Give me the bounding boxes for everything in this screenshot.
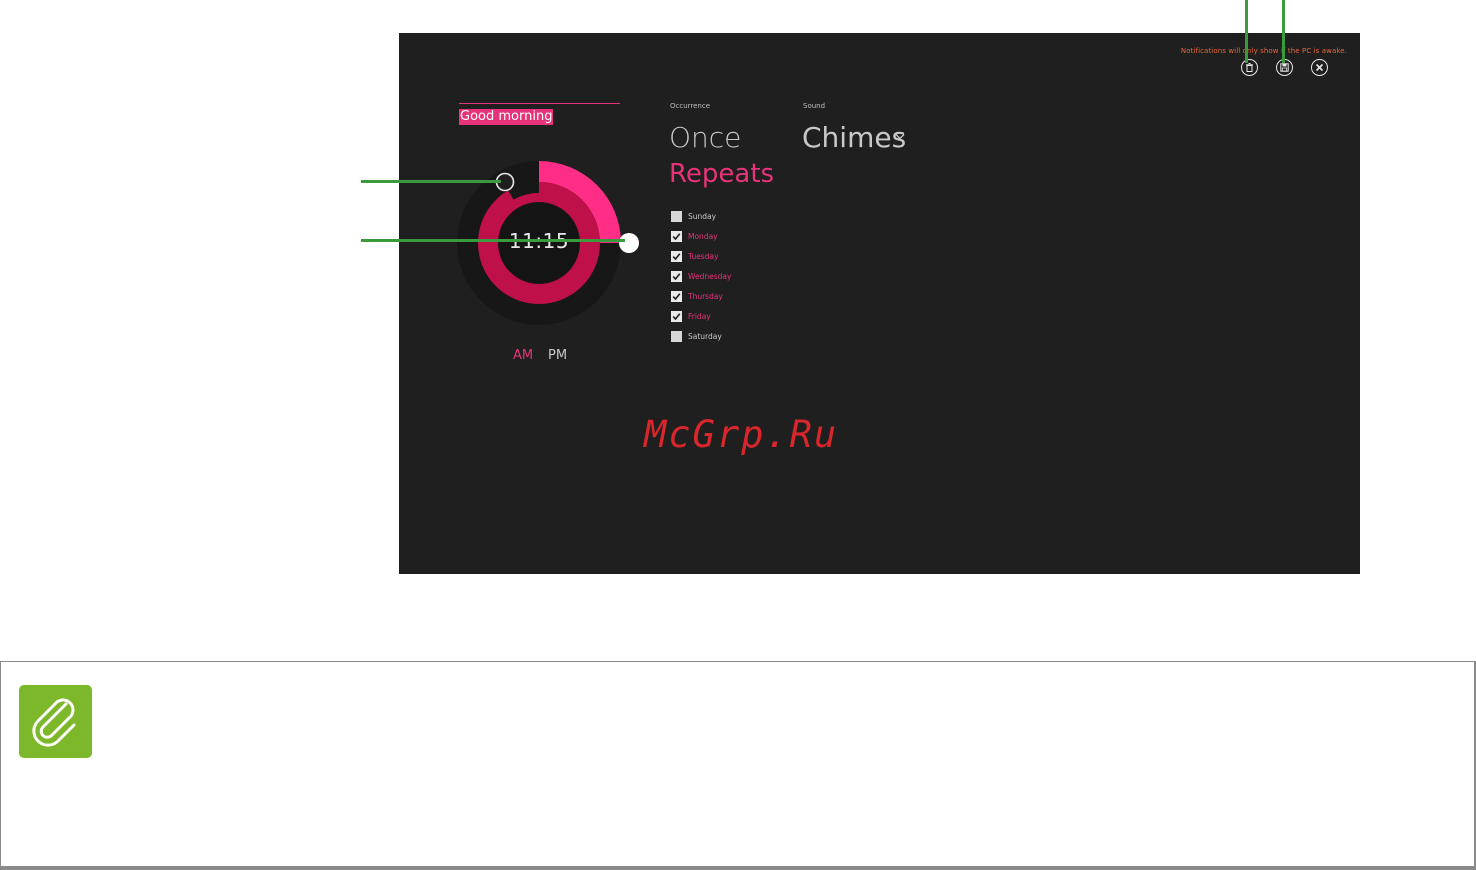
occurrence-label: Occurrence [670, 102, 711, 110]
day-saturday[interactable]: Saturday [671, 329, 722, 343]
trash-icon [1246, 63, 1253, 72]
day-label: Saturday [688, 331, 722, 341]
checkbox[interactable] [671, 250, 682, 262]
delete-alarm-button[interactable] [1241, 59, 1258, 76]
day-friday[interactable]: Friday [671, 309, 711, 323]
pm-toggle[interactable]: PM [548, 348, 567, 363]
alarm-edit-screen: Notifications will only show if the PC i… [399, 33, 1360, 574]
checkmark-icon [672, 232, 681, 240]
sound-dropdown[interactable]: Chimes [802, 121, 906, 154]
checkmark-icon [672, 292, 681, 300]
day-wednesday[interactable]: Wednesday [671, 269, 731, 283]
checkmark-icon [672, 272, 681, 280]
day-label: Wednesday [688, 271, 732, 281]
callout-line-save [1282, 0, 1285, 63]
checkmark-icon [672, 312, 681, 320]
sound-label: Sound [803, 102, 826, 110]
callout-line-minute [361, 239, 625, 242]
close-icon [1315, 63, 1324, 72]
checkbox[interactable] [671, 330, 682, 342]
occurrence-once-option[interactable]: Once [669, 121, 741, 154]
day-label: Friday [688, 311, 711, 321]
occurrence-repeats-option[interactable]: Repeats [669, 159, 774, 189]
day-label: Thursday [688, 291, 723, 301]
minute-handle[interactable] [619, 233, 639, 253]
manual-page: Notifications will only show if the PC i… [0, 0, 1476, 870]
checkbox[interactable] [671, 270, 682, 282]
day-sunday[interactable]: Sunday [671, 209, 716, 223]
alarm-name-field[interactable]: Good morning [459, 109, 554, 125]
day-label: Sunday [688, 211, 717, 221]
day-label: Monday [688, 231, 718, 241]
checkbox[interactable] [671, 210, 682, 222]
am-toggle[interactable]: AM [513, 348, 533, 363]
callout-line-delete [1245, 0, 1248, 63]
watermark: McGrp.Ru [644, 413, 839, 456]
awake-notice: Notifications will only show if the PC i… [1180, 47, 1347, 55]
checkbox[interactable] [671, 230, 682, 242]
note-icon-badge [19, 685, 92, 758]
callout-line-hour [361, 180, 501, 183]
day-label: Tuesday [688, 251, 719, 261]
day-monday[interactable]: Monday [671, 229, 718, 243]
chevron-down-icon[interactable] [895, 133, 905, 140]
checkmark-icon [672, 252, 681, 260]
day-thursday[interactable]: Thursday [671, 289, 723, 303]
alarm-name-underline [459, 103, 620, 104]
paperclip-icon [31, 698, 75, 747]
save-icon [1280, 63, 1289, 72]
note-box [0, 661, 1476, 870]
checkbox[interactable] [671, 290, 682, 302]
checkbox[interactable] [671, 310, 682, 322]
day-tuesday[interactable]: Tuesday [671, 249, 719, 263]
time-dial[interactable] [439, 153, 639, 353]
close-alarm-button[interactable] [1311, 59, 1328, 76]
